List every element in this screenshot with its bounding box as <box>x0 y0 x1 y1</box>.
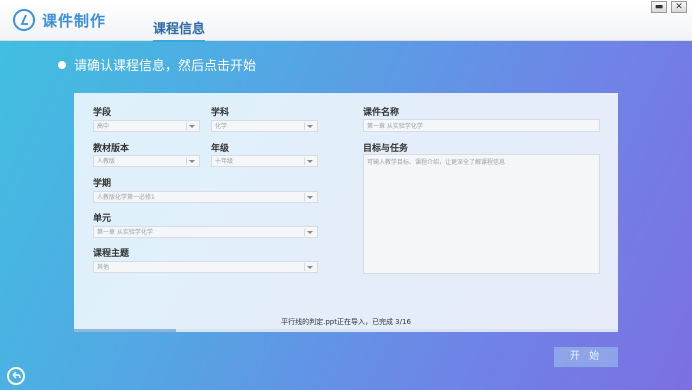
topic-value: 其他 <box>97 264 110 271</box>
back-arrow-icon <box>12 371 21 379</box>
edition-select[interactable]: 人教版 <box>93 155 200 167</box>
course-info-panel: 学段 高中 学科 化学 教材版本 人教版 年级 十年级 学期 人教版化学第一必修… <box>74 93 618 332</box>
chevron-down-icon <box>307 160 313 163</box>
close-button[interactable]: ✕ <box>671 1 687 13</box>
edition-value: 人教版 <box>97 158 116 165</box>
edition-label: 教材版本 <box>93 144 130 154</box>
unit-value: 第一章 从实验学化学 <box>97 229 153 236</box>
app-logo-icon <box>13 9 35 31</box>
chevron-down-icon <box>307 266 313 269</box>
chevron-down-icon <box>307 125 313 128</box>
goals-textarea[interactable]: 可输入教学目标、课程介绍，让更深全了解课程信息 <box>363 154 600 274</box>
tab-course-info[interactable]: 课程信息 <box>153 18 206 42</box>
stage-label: 学段 <box>93 108 112 118</box>
term-select[interactable]: 人教版化学第一必修1 <box>93 191 318 203</box>
chevron-down-icon <box>189 160 195 163</box>
instruction-text: 请确认课程信息，然后点击开始 <box>74 59 257 74</box>
instruction-heading: 请确认课程信息，然后点击开始 <box>58 55 256 74</box>
term-label: 学期 <box>93 179 112 189</box>
title-bar: 课件制作 课程信息 ▬ ✕ <box>0 0 692 42</box>
stage-value: 高中 <box>97 123 110 130</box>
app-title: 课件制作 <box>42 12 107 30</box>
subject-label: 学科 <box>211 108 230 118</box>
courseware-name-label: 课件名称 <box>363 108 400 118</box>
subject-select[interactable]: 化学 <box>211 120 318 132</box>
grade-label: 年级 <box>211 144 230 154</box>
grade-value: 十年级 <box>215 158 234 165</box>
stage-select[interactable]: 高中 <box>93 120 200 132</box>
minimize-button[interactable]: ▬ <box>651 1 667 13</box>
import-progress-track <box>74 329 618 332</box>
chevron-down-icon <box>307 196 313 199</box>
subject-value: 化学 <box>215 123 228 130</box>
bullet-icon <box>58 60 66 69</box>
courseware-name-input[interactable]: 第一章 从实验学化学 <box>363 119 600 132</box>
back-button[interactable] <box>7 367 25 385</box>
topic-select[interactable]: 其他 <box>93 261 318 273</box>
unit-select[interactable]: 第一章 从实验学化学 <box>93 226 318 238</box>
goals-label: 目标与任务 <box>363 144 409 154</box>
unit-label: 单元 <box>93 214 112 224</box>
term-value: 人教版化学第一必修1 <box>97 194 155 201</box>
topic-label: 课程主题 <box>93 249 130 259</box>
start-button[interactable]: 开 始 <box>554 347 618 367</box>
chevron-down-icon <box>307 231 313 234</box>
import-progress-fill <box>74 329 176 332</box>
import-status-text: 平行线的判定.ppt正在导入，已完成 3/16 <box>281 318 411 326</box>
grade-select[interactable]: 十年级 <box>211 155 318 167</box>
chevron-down-icon <box>189 125 195 128</box>
